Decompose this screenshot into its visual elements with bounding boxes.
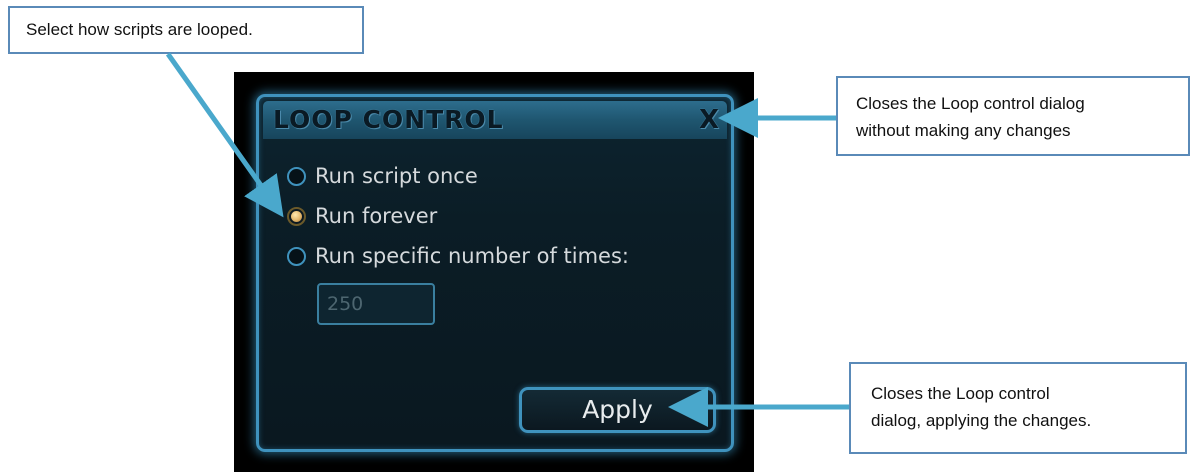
- callout-close-text-line1: Closes the Loop control dialog: [856, 94, 1085, 113]
- callout-loop-text: Select how scripts are looped.: [26, 20, 253, 39]
- radio-run-once[interactable]: Run script once: [287, 162, 478, 190]
- apply-button[interactable]: Apply: [519, 387, 716, 433]
- radio-run-specific-label: Run specific number of times:: [315, 244, 629, 268]
- callout-close-text-line2: without making any changes: [856, 121, 1071, 140]
- radio-button-icon[interactable]: [287, 166, 306, 186]
- times-count-input[interactable]: [317, 283, 435, 325]
- dialog-titlebar: LOOP CONTROL X: [263, 101, 727, 139]
- radio-run-specific[interactable]: Run specific number of times:: [287, 242, 629, 270]
- radio-run-forever[interactable]: Run forever: [287, 202, 437, 230]
- radio-button-selected-icon[interactable]: [287, 206, 306, 226]
- close-icon[interactable]: X: [699, 105, 719, 135]
- callout-apply: Closes the Loop control dialog, applying…: [849, 362, 1187, 454]
- callout-close-dialog: Closes the Loop control dialog without m…: [836, 76, 1190, 156]
- radio-run-forever-label: Run forever: [315, 204, 438, 228]
- radio-button-icon[interactable]: [287, 246, 306, 266]
- dialog-title: LOOP CONTROL: [273, 105, 504, 134]
- loop-control-dialog: LOOP CONTROL X Run script once Run forev…: [256, 94, 734, 452]
- callout-apply-text-line2: dialog, applying the changes.: [871, 411, 1092, 430]
- callout-apply-text-line1: Closes the Loop control: [871, 384, 1050, 403]
- callout-loop-selection: Select how scripts are looped.: [8, 6, 364, 54]
- radio-run-once-label: Run script once: [315, 164, 478, 188]
